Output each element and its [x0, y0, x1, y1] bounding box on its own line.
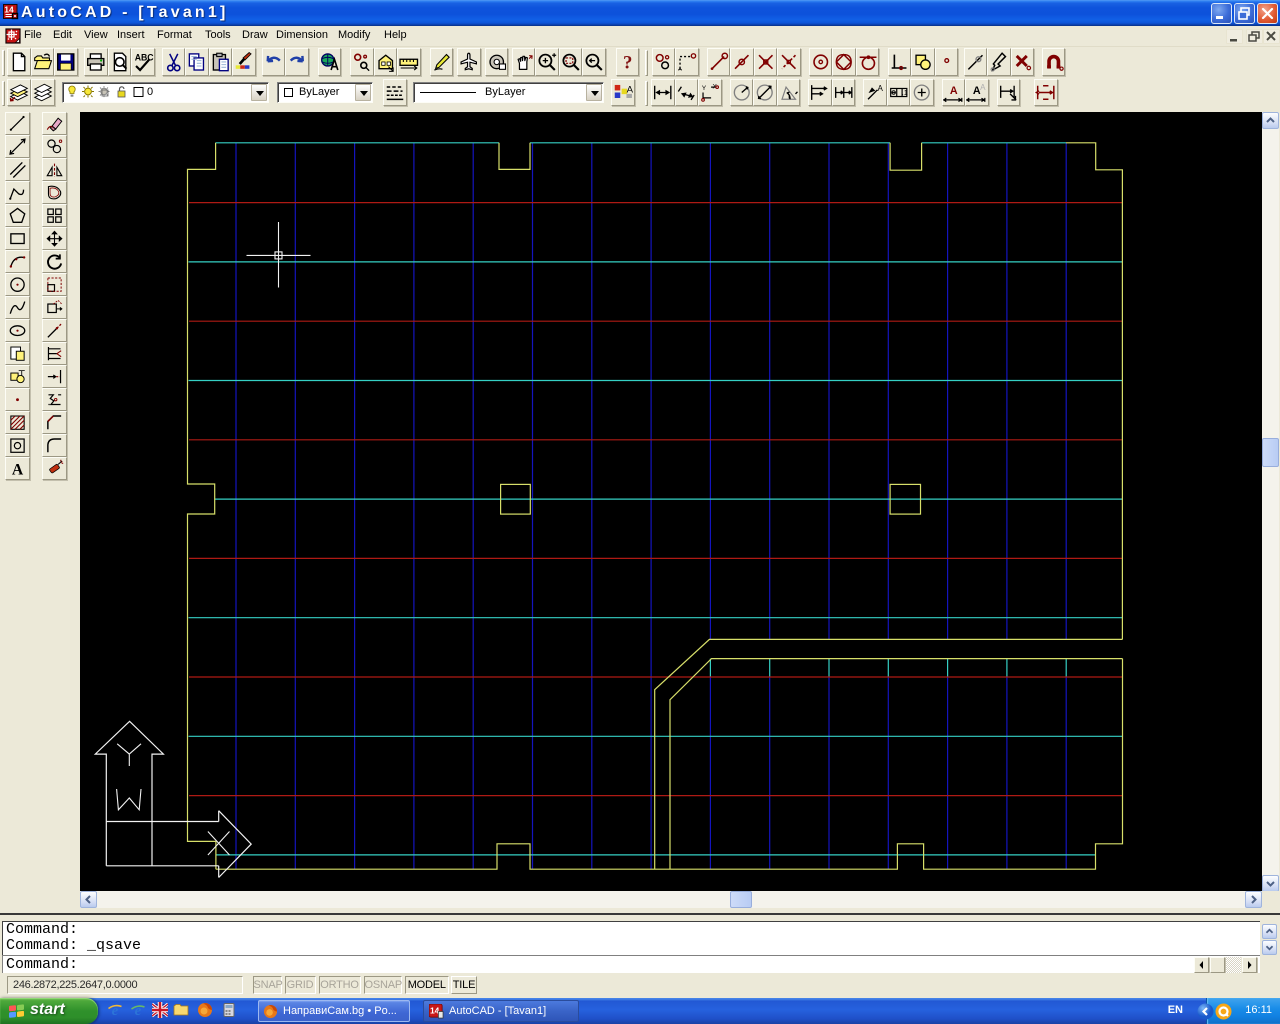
svg-text:.1: .1	[901, 88, 907, 97]
svg-text:ABC: ABC	[135, 53, 154, 63]
svg-text:A: A	[980, 83, 986, 92]
svg-text:e: e	[135, 1003, 142, 1018]
svg-text:A: A	[877, 84, 883, 93]
svg-text:Y: Y	[702, 85, 707, 92]
svg-text:?: ?	[623, 53, 632, 74]
svg-text:A: A	[12, 462, 24, 479]
svg-text:A: A	[627, 85, 634, 96]
svg-text:A: A	[949, 85, 957, 97]
